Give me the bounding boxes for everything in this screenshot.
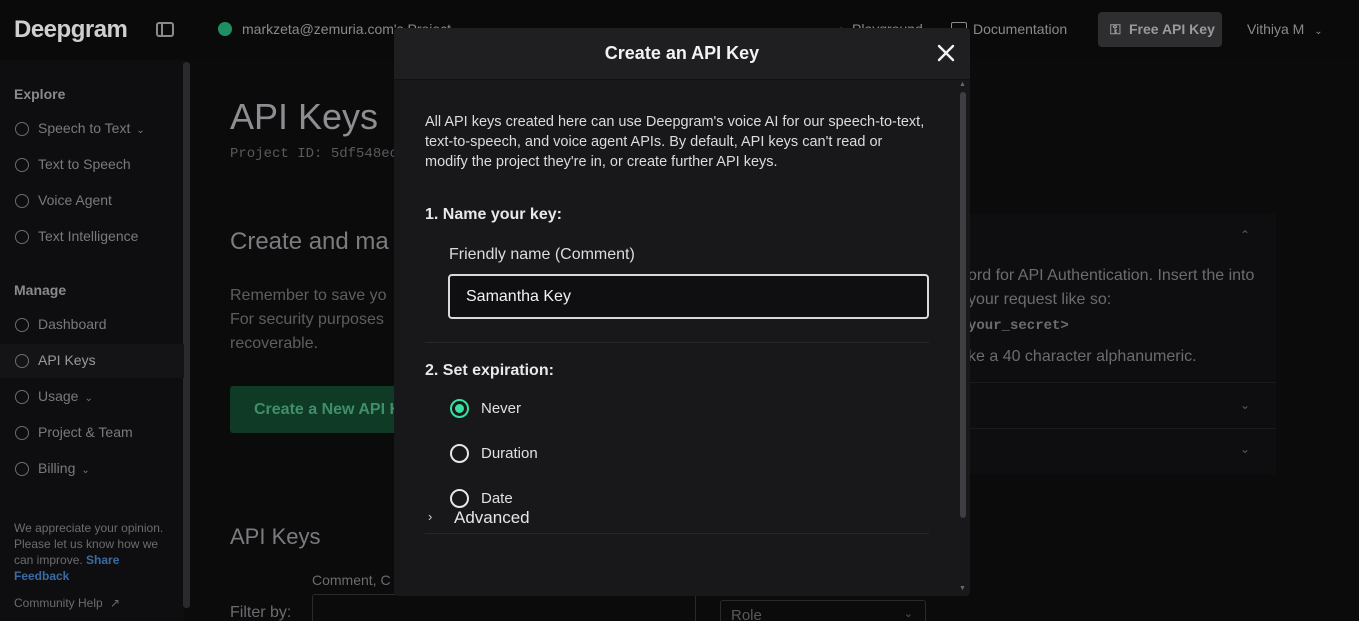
sidebar-item-dashboard[interactable]: Dashboard xyxy=(0,308,184,342)
chevron-down-icon: ⌄ xyxy=(903,608,913,620)
page-title: API Keys xyxy=(230,96,379,137)
expiration-radio-never[interactable]: Never xyxy=(450,398,610,420)
radio-label: Duration xyxy=(481,445,538,462)
radio-unchecked-icon xyxy=(450,444,469,463)
sidebar-item-label: Speech to Text xyxy=(38,120,131,136)
sidebar-item-label: API Keys xyxy=(38,352,96,368)
step-name-key-heading: 1. Name your key: xyxy=(425,206,562,223)
api-keys-heading: API Keys xyxy=(230,524,321,549)
sidebar-item-label: Text Intelligence xyxy=(38,228,139,244)
modal-intro-text: All API keys created here can use Deepgr… xyxy=(425,114,925,170)
sidebar-item-label: Billing xyxy=(38,460,76,476)
chevron-up-icon[interactable]: ⌃ xyxy=(1240,228,1250,242)
sidebar-scrollbar[interactable] xyxy=(183,62,190,608)
brain-icon xyxy=(15,230,29,244)
friendly-name-input[interactable] xyxy=(448,274,929,319)
user-name: Vithiya M xyxy=(1247,21,1305,37)
feedback-note: We appreciate your opinion. Please let u… xyxy=(14,520,174,584)
radio-label: Never xyxy=(481,400,522,417)
role-select[interactable]: Role ⌄ xyxy=(720,600,926,621)
microphone-icon xyxy=(15,158,29,172)
chevron-down-icon: ⌄ xyxy=(136,125,145,136)
radio-checked-icon xyxy=(450,399,469,418)
modal-divider xyxy=(425,342,929,343)
sidebar-item-label: Text to Speech xyxy=(38,156,131,172)
chevron-right-icon: › xyxy=(428,509,433,524)
home-icon xyxy=(15,318,29,332)
community-help-label: Community Help xyxy=(14,596,103,610)
sidebar-item-text-intelligence[interactable]: Text Intelligence xyxy=(0,220,184,254)
modal-divider xyxy=(425,533,929,534)
advanced-toggle[interactable]: › Advanced xyxy=(428,506,628,532)
filter-label: Filter by: xyxy=(230,604,292,621)
explore-heading: Explore xyxy=(14,86,66,102)
sidebar-item-label: Dashboard xyxy=(38,316,107,332)
chevron-down-icon[interactable]: ⌄ xyxy=(1240,398,1250,412)
users-icon xyxy=(15,426,29,440)
step-expiration-heading: 2. Set expiration: xyxy=(425,362,554,379)
dollar-icon xyxy=(15,462,29,476)
free-api-key-button[interactable]: ⚿ Free API Key xyxy=(1098,12,1222,47)
accordion-divider xyxy=(960,428,1276,429)
project-id: Project ID: 5df548ec xyxy=(230,146,399,162)
documentation-link[interactable]: Documentation xyxy=(973,21,1067,37)
chart-icon xyxy=(15,390,29,404)
sidebar-item-billing[interactable]: Billing ⌄ xyxy=(0,452,184,486)
accordion-text: ord for API Authentication. Insert the i… xyxy=(968,267,1255,308)
comment-filter-label: Comment, C xyxy=(312,572,391,588)
create-new-api-key-button[interactable]: Create a New API Key xyxy=(230,386,400,433)
sidebar-item-usage[interactable]: Usage ⌄ xyxy=(0,380,184,414)
role-select-value: Role xyxy=(731,607,762,621)
sidebar-item-label: Voice Agent xyxy=(38,192,112,208)
external-link-icon: ↗ xyxy=(110,596,121,610)
sidebar-item-label: Project & Team xyxy=(38,424,133,440)
close-icon xyxy=(937,44,955,62)
radio-label: Date xyxy=(481,490,513,507)
modal-body: All API keys created here can use Deepgr… xyxy=(394,80,970,596)
headset-icon xyxy=(15,194,29,208)
accordion-divider xyxy=(960,382,1276,383)
sidebar-item-label: Usage xyxy=(38,388,79,404)
microphone-wave-icon xyxy=(15,122,29,136)
sidebar-item-project-team[interactable]: Project & Team xyxy=(0,416,184,450)
modal-scrollbar-thumb[interactable] xyxy=(960,92,966,518)
accordion-text-2: ke a 40 character alphanumeric. xyxy=(968,348,1197,365)
chevron-down-icon: ⌄ xyxy=(1314,26,1323,37)
close-button[interactable] xyxy=(934,41,958,65)
modal-title: Create an API Key xyxy=(604,43,760,63)
key-icon: ⚿ xyxy=(1110,21,1121,37)
accordion-panel xyxy=(960,214,1276,474)
manage-heading: Manage xyxy=(14,282,67,298)
sidebar-item-speech-to-text[interactable]: Speech to Text ⌄ xyxy=(0,112,184,146)
project-avatar xyxy=(218,22,232,36)
sidebar-toggle-icon[interactable] xyxy=(156,22,174,37)
sidebar-item-voice-agent[interactable]: Voice Agent xyxy=(0,184,184,218)
community-help-link[interactable]: Community Help ↗ xyxy=(14,596,120,610)
key-icon xyxy=(15,354,29,368)
deepgram-logo[interactable]: Deepgram xyxy=(14,16,128,44)
sidebar-item-text-to-speech[interactable]: Text to Speech xyxy=(0,148,184,182)
free-api-key-label: Free API Key xyxy=(1129,21,1215,37)
advanced-label: Advanced xyxy=(454,508,530,527)
scroll-up-arrow-icon[interactable]: ▲ xyxy=(959,81,966,88)
chevron-down-icon: ⌄ xyxy=(81,465,90,476)
chevron-down-icon[interactable]: ⌄ xyxy=(1240,442,1250,456)
expiration-radio-duration[interactable]: Duration xyxy=(450,443,610,465)
scroll-down-arrow-icon[interactable]: ▼ xyxy=(959,585,966,592)
create-api-key-modal: Create an API Key All API keys created h… xyxy=(394,28,970,596)
filter-input[interactable] xyxy=(312,594,696,621)
sidebar-item-api-keys[interactable]: API Keys xyxy=(0,344,184,378)
modal-header: Create an API Key xyxy=(394,28,970,80)
friendly-name-label: Friendly name (Comment) xyxy=(449,246,635,263)
chevron-down-icon: ⌄ xyxy=(84,393,93,404)
accordion-code: your_secret> xyxy=(968,318,1069,334)
user-menu[interactable]: Vithiya M ⌄ xyxy=(1247,21,1323,37)
section-text: Remember to save yo For security purpose… xyxy=(230,287,387,352)
section-title: Create and ma xyxy=(230,228,389,255)
